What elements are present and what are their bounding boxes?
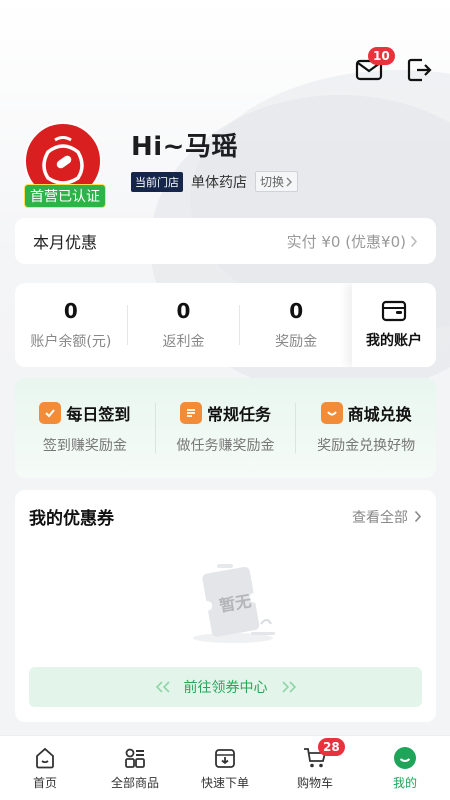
- reward[interactable]: 0 奖励金: [240, 299, 352, 351]
- switch-store-label: 切换: [260, 175, 285, 189]
- my-coupons-card: 我的优惠券 查看全部 暂无 前往领券中心: [15, 490, 436, 722]
- double-chevron-left-icon: [155, 681, 170, 693]
- tab-home[interactable]: 首页: [0, 736, 90, 800]
- account-summary-card: 0 账户余额(元) 0 返利金 0 奖励金 我的账户: [15, 283, 436, 367]
- chevron-right-icon: [410, 235, 418, 247]
- check-shield-icon: [39, 402, 62, 424]
- daily-checkin[interactable]: 每日签到 签到赚奖励金: [15, 401, 155, 455]
- wallet-icon: [381, 300, 407, 322]
- store-logo-icon: [42, 136, 84, 185]
- regular-tasks-title: 常规任务: [207, 405, 272, 424]
- regular-tasks[interactable]: 常规任务 做任务赚奖励金: [156, 401, 296, 455]
- monthly-discount-value: 实付 ¥0 (优惠¥0): [286, 232, 406, 251]
- bottom-tab-bar: 首页 全部商品 快速下单 28 购物车 我的: [0, 735, 450, 800]
- profile-icon: [394, 747, 416, 769]
- logout-icon: [407, 58, 432, 82]
- account-balance[interactable]: 0 账户余额(元): [15, 299, 127, 351]
- tab-all-products[interactable]: 全部商品: [90, 736, 180, 800]
- tab-home-label: 首页: [32, 776, 57, 790]
- store-name: 单体药店: [191, 174, 247, 191]
- tab-mine[interactable]: 我的: [360, 736, 450, 800]
- account-balance-value: 0: [63, 299, 78, 323]
- daily-checkin-title: 每日签到: [66, 405, 131, 424]
- chevron-right-icon: [286, 176, 293, 187]
- tab-all-products-label: 全部商品: [110, 776, 159, 790]
- rebate-label: 返利金: [162, 334, 205, 350]
- daily-checkin-sub: 签到赚奖励金: [42, 438, 127, 454]
- message-count-badge: 10: [368, 47, 395, 65]
- empty-coupon-illustration: 暂无: [175, 558, 285, 648]
- regular-tasks-sub: 做任务赚奖励金: [176, 438, 275, 454]
- message-button[interactable]: 10: [354, 47, 395, 85]
- user-greeting: Hi~马瑶: [131, 132, 238, 162]
- top-actions: 10: [354, 47, 434, 85]
- grid-icon: [125, 748, 145, 768]
- view-all-coupons-link[interactable]: 查看全部: [352, 507, 422, 527]
- tab-quick-order-label: 快速下单: [200, 776, 249, 790]
- coupon-center-label: 前往领券中心: [183, 680, 268, 696]
- reward-label: 奖励金: [275, 334, 318, 350]
- chevron-right-icon: [414, 510, 422, 523]
- view-all-label: 查看全部: [352, 509, 408, 526]
- rebate[interactable]: 0 返利金: [128, 299, 240, 351]
- monthly-discount-label: 本月优惠: [33, 233, 98, 252]
- account-balance-label: 账户余额(元): [30, 334, 112, 350]
- home-icon: [36, 747, 54, 769]
- tab-cart[interactable]: 28 购物车: [270, 736, 360, 800]
- my-account-button[interactable]: 我的账户: [352, 283, 436, 367]
- cart-count-badge: 28: [318, 738, 345, 756]
- coupons-title: 我的优惠券: [29, 509, 114, 529]
- reward-tasks-card: 每日签到 签到赚奖励金 常规任务 做任务赚奖励金 商城兑换 奖励金兑换好物: [15, 378, 436, 478]
- tab-cart-label: 购物车: [296, 776, 333, 790]
- profile-section: 首营已认证 Hi~马瑶 当前门店 单体药店 切换: [24, 122, 299, 208]
- logout-button[interactable]: [404, 55, 434, 85]
- avatar[interactable]: 首营已认证: [24, 122, 106, 208]
- coupon-center-button[interactable]: 前往领券中心: [29, 667, 422, 707]
- tab-mine-label: 我的: [392, 776, 417, 790]
- mall-exchange[interactable]: 商城兑换 奖励金兑换好物: [296, 401, 436, 455]
- quick-order-icon: [215, 749, 235, 768]
- monthly-discount-row[interactable]: 本月优惠 实付 ¥0 (优惠¥0): [15, 218, 436, 264]
- double-chevron-right-icon: [281, 681, 296, 693]
- mall-exchange-sub: 奖励金兑换好物: [317, 438, 416, 454]
- rebate-value: 0: [176, 299, 191, 323]
- switch-store-button[interactable]: 切换: [255, 171, 299, 192]
- reward-value: 0: [289, 299, 304, 323]
- shop-bag-icon: [320, 402, 343, 424]
- my-account-label: 我的账户: [366, 333, 423, 349]
- mall-exchange-title: 商城兑换: [347, 405, 412, 424]
- document-icon: [180, 402, 202, 424]
- current-store-tag: 当前门店: [131, 171, 183, 192]
- certified-badge: 首营已认证: [24, 184, 106, 208]
- tab-quick-order[interactable]: 快速下单: [180, 736, 270, 800]
